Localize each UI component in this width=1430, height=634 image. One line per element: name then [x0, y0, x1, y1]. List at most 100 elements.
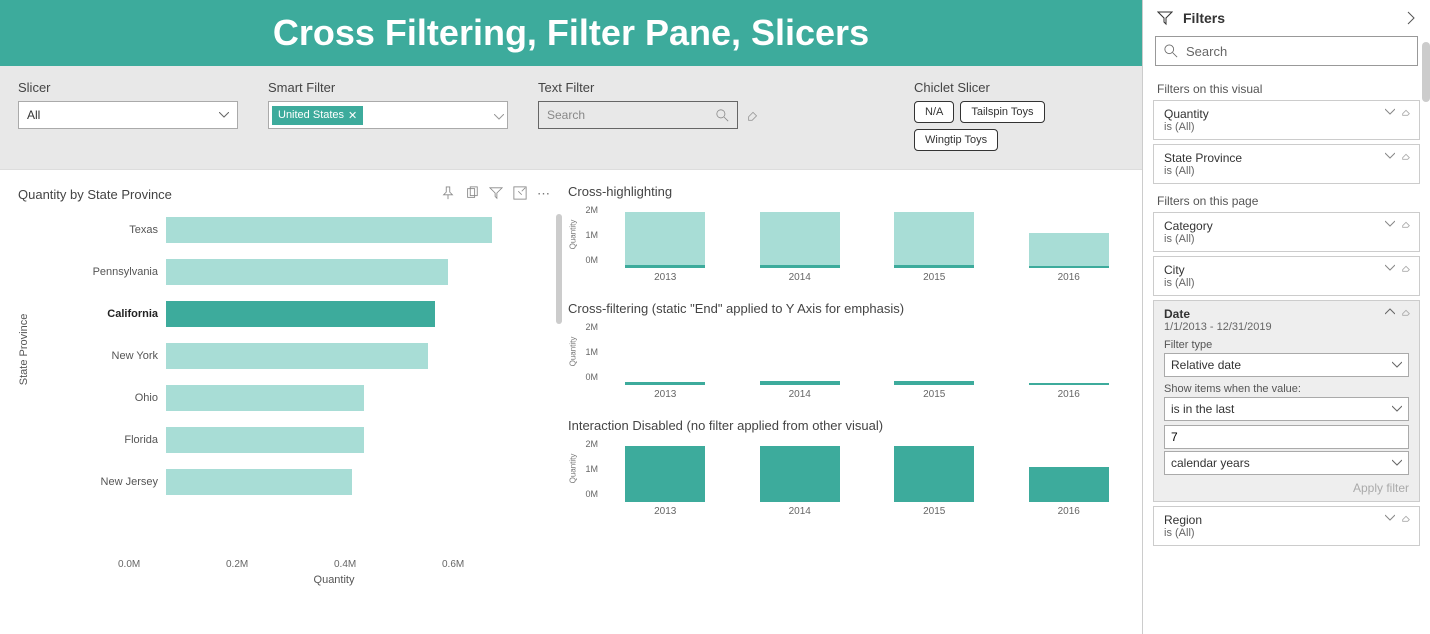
text-filter-input[interactable]: Search [538, 101, 738, 129]
axis-tick: 2015 [923, 389, 945, 400]
slicer-value: All [27, 108, 40, 122]
filters-search-placeholder: Search [1186, 44, 1227, 59]
filters-pane: Filters Search Filters on this visual Qu… [1142, 0, 1430, 634]
smart-filter-tag[interactable]: United States ✕ [272, 106, 363, 125]
bar[interactable] [894, 381, 974, 385]
chevron-right-icon[interactable] [1406, 11, 1416, 25]
axis-tick: 0.2M [226, 559, 334, 570]
filter-card-category[interactable]: Category is (All) [1153, 212, 1420, 252]
chevron-down-icon[interactable] [1385, 513, 1395, 523]
relative-number-input[interactable] [1164, 425, 1409, 449]
pin-icon[interactable] [441, 186, 455, 203]
close-icon[interactable]: ✕ [348, 109, 357, 122]
bar[interactable] [625, 382, 705, 385]
apply-filter-button[interactable]: Apply filter [1164, 481, 1409, 495]
clear-icon[interactable] [1401, 219, 1411, 229]
chevron-down-icon[interactable] [1385, 219, 1395, 229]
y-axis-label: State Province [18, 313, 30, 385]
search-icon[interactable] [716, 109, 729, 122]
bar[interactable] [1029, 467, 1109, 502]
filters-search-input[interactable]: Search [1155, 36, 1418, 66]
clear-icon[interactable] [1401, 513, 1411, 523]
bar[interactable] [166, 427, 364, 453]
interaction-disabled-chart[interactable]: Interaction Disabled (no filter applied … [568, 418, 1126, 517]
bar[interactable] [166, 259, 448, 285]
chevron-down-icon [1392, 360, 1402, 370]
bar[interactable] [166, 217, 492, 243]
filter-card-quantity[interactable]: Quantity is (All) [1153, 100, 1420, 140]
filter-card-city[interactable]: City is (All) [1153, 256, 1420, 296]
axis-tick: 2015 [923, 272, 945, 283]
y-axis-label: Quantity [568, 454, 577, 484]
relative-op-select[interactable]: is in the last [1164, 397, 1409, 421]
chevron-down-icon[interactable] [1385, 107, 1395, 117]
chiclet-item[interactable]: Wingtip Toys [914, 129, 998, 151]
focus-icon[interactable] [513, 186, 527, 203]
axis-tick: 2015 [923, 506, 945, 517]
chevron-up-icon[interactable] [1385, 307, 1395, 317]
chart-scrollbar[interactable] [556, 214, 562, 324]
bar[interactable] [1029, 383, 1109, 385]
bar-label: Florida [66, 434, 166, 446]
chart-title: Cross-filtering (static "End" applied to… [568, 301, 1126, 316]
bar[interactable] [625, 212, 705, 268]
pane-scrollbar[interactable] [1422, 42, 1430, 102]
y-axis-label: Quantity [568, 337, 577, 367]
smart-filter-label: Smart Filter [268, 80, 508, 95]
filters-section-page: Filters on this page [1143, 188, 1430, 212]
bar[interactable] [625, 446, 705, 502]
clear-icon[interactable] [1401, 151, 1411, 161]
chiclet-label: Chiclet Slicer [914, 80, 1124, 95]
bar-label: California [66, 308, 166, 320]
chevron-down-icon[interactable] [1385, 151, 1395, 161]
bar[interactable] [760, 212, 840, 268]
bar[interactable] [166, 343, 428, 369]
chiclet-item[interactable]: N/A [914, 101, 954, 123]
copy-icon[interactable] [465, 186, 479, 203]
axis-tick: 2014 [789, 506, 811, 517]
bar[interactable] [166, 385, 364, 411]
clear-icon[interactable] [1401, 263, 1411, 273]
chevron-down-icon [1392, 404, 1402, 414]
chart-title: Cross-highlighting [568, 184, 1126, 199]
quantity-by-state-chart[interactable]: Quantity by State Province ⋯ TexasPennsy… [0, 170, 560, 634]
chevron-down-icon[interactable] [1385, 263, 1395, 273]
cross-highlight-chart[interactable]: Cross-highlighting 2M1M0M Quantity 20132… [568, 184, 1126, 283]
bar[interactable] [894, 446, 974, 502]
filter-card-region[interactable]: Region is (All) [1153, 506, 1420, 546]
clear-icon[interactable] [1401, 307, 1411, 317]
bar[interactable] [760, 446, 840, 502]
controls-bar: Slicer All Smart Filter United States ✕ [0, 66, 1142, 170]
filter-type-select[interactable]: Relative date [1164, 353, 1409, 377]
filter-card-date[interactable]: Date 1/1/2013 - 12/31/2019 Filter type R… [1153, 300, 1420, 502]
chart-title-text: Quantity by State Province [18, 187, 172, 202]
axis-tick: 2016 [1058, 389, 1080, 400]
relative-unit-select[interactable]: calendar years [1164, 451, 1409, 475]
filter-icon[interactable] [489, 186, 503, 203]
smart-filter-input[interactable]: United States ✕ [268, 101, 508, 129]
bar-label: Pennsylvania [66, 266, 166, 278]
eraser-icon[interactable] [746, 108, 760, 122]
axis-tick: 0.6M [442, 559, 550, 570]
filter-type-label: Filter type [1164, 339, 1409, 351]
slicer-dropdown[interactable]: All [18, 101, 238, 129]
chiclet-item[interactable]: Tailspin Toys [960, 101, 1044, 123]
chart-title: Interaction Disabled (no filter applied … [568, 418, 1126, 433]
bar[interactable] [1029, 233, 1109, 268]
bar[interactable] [760, 381, 840, 385]
clear-icon[interactable] [1401, 107, 1411, 117]
page-header: Cross Filtering, Filter Pane, Slicers [0, 0, 1142, 66]
smart-filter-tag-text: United States [278, 109, 344, 121]
more-icon[interactable]: ⋯ [537, 186, 550, 203]
axis-tick: 2013 [654, 506, 676, 517]
search-icon [1164, 44, 1178, 58]
filter-card-state[interactable]: State Province is (All) [1153, 144, 1420, 184]
axis-tick: 2014 [789, 389, 811, 400]
page-title: Cross Filtering, Filter Pane, Slicers [0, 12, 1142, 54]
bar[interactable] [166, 469, 352, 495]
chevron-down-icon[interactable] [494, 114, 504, 120]
bar[interactable] [894, 212, 974, 268]
slicer-label: Slicer [18, 80, 238, 95]
bar[interactable] [166, 301, 435, 327]
cross-filter-chart[interactable]: Cross-filtering (static "End" applied to… [568, 301, 1126, 400]
